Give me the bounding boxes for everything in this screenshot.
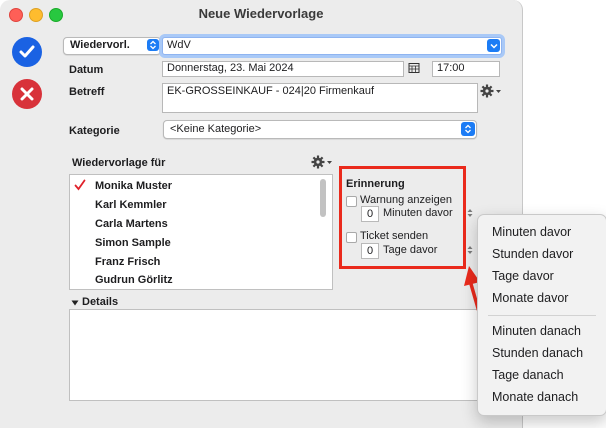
calendar-icon[interactable]: [408, 62, 420, 77]
datum-label: Datum: [69, 64, 104, 76]
menu-item-stunden-davor[interactable]: Stunden davor: [492, 247, 573, 261]
ticket-unit-stepper[interactable]: [466, 244, 474, 259]
details-textarea[interactable]: [69, 309, 508, 401]
gear-menu-button[interactable]: [480, 84, 502, 101]
list-scrollbar[interactable]: [320, 179, 326, 217]
updown-icon: [467, 209, 473, 217]
kategorie-label: Kategorie: [69, 125, 120, 137]
dialog-window: Neue Wiedervorlage Wiedervorl. WdV Datum…: [0, 0, 523, 428]
reminder-highlight-box: [339, 166, 466, 269]
chevron-down-icon[interactable]: [487, 39, 500, 52]
menu-separator: [488, 315, 596, 316]
gear-icon: [480, 84, 501, 98]
menu-item-monate-davor[interactable]: Monate davor: [492, 291, 568, 305]
time-field[interactable]: 17:00: [432, 61, 500, 77]
date-value: Donnerstag, 23. Mai 2024: [167, 62, 294, 74]
updown-icon: [147, 39, 159, 51]
menu-item-tage-davor[interactable]: Tage davor: [492, 269, 554, 283]
menu-item-monate-danach[interactable]: Monate danach: [492, 390, 578, 404]
list-item[interactable]: Gudrun Görlitz: [95, 274, 173, 286]
list-item[interactable]: Carla Martens: [95, 218, 168, 230]
type-popup[interactable]: Wiedervorl.: [63, 37, 161, 55]
betreff-label: Betreff: [69, 86, 105, 98]
disclosure-triangle-icon[interactable]: [71, 297, 79, 309]
recipients-label: Wiedervorlage für: [72, 157, 166, 169]
gear-icon: [311, 155, 332, 169]
wdv-combobox[interactable]: WdV: [162, 37, 502, 55]
wdv-value: WdV: [167, 39, 191, 51]
menu-item-tage-danach[interactable]: Tage danach: [492, 368, 564, 382]
kategorie-popup[interactable]: <Keine Kategorie>: [163, 120, 477, 139]
type-popup-value: Wiedervorl.: [70, 39, 130, 51]
list-item[interactable]: Monika Muster: [95, 180, 172, 192]
cancel-button[interactable]: [12, 79, 42, 109]
warning-unit-stepper[interactable]: [466, 207, 474, 222]
ok-button[interactable]: [12, 37, 42, 67]
betreff-value: EK-GROSSEINKAUF - 024|20 Firmenkauf: [167, 85, 375, 97]
menu-item-stunden-danach[interactable]: Stunden danach: [492, 346, 583, 360]
kategorie-value: <Keine Kategorie>: [170, 123, 262, 135]
title-bar: Neue Wiedervorlage: [0, 0, 522, 28]
details-label: Details: [82, 296, 119, 308]
updown-icon: [461, 122, 475, 136]
betreff-field[interactable]: EK-GROSSEINKAUF - 024|20 Firmenkauf: [162, 83, 478, 113]
recipients-list[interactable]: Monika Muster Karl Kemmler Carla Martens…: [69, 174, 333, 290]
recipients-gear-button[interactable]: [311, 155, 333, 172]
time-value: 17:00: [437, 62, 465, 74]
checkmark-icon: [74, 179, 86, 194]
list-item[interactable]: Karl Kemmler: [95, 199, 167, 211]
updown-icon: [467, 246, 473, 254]
date-field[interactable]: Donnerstag, 23. Mai 2024: [162, 61, 404, 77]
unit-popup-menu: Minuten davor Stunden davor Tage davor M…: [477, 214, 606, 416]
list-item[interactable]: Simon Sample: [95, 237, 171, 249]
list-item[interactable]: Franz Frisch: [95, 256, 160, 268]
window-title: Neue Wiedervorlage: [198, 6, 324, 21]
checkmark-icon: [19, 45, 35, 58]
menu-item-minuten-davor[interactable]: Minuten davor: [492, 225, 571, 239]
menu-item-minuten-danach[interactable]: Minuten danach: [492, 324, 581, 338]
x-icon: [20, 87, 34, 101]
